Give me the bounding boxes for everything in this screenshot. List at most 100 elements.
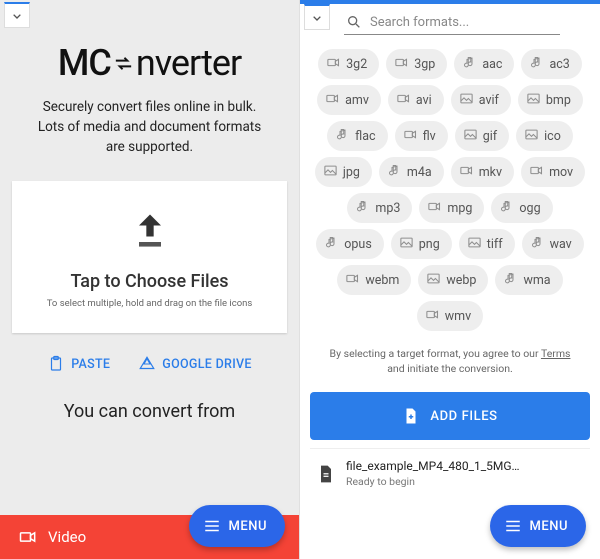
image-icon: [399, 235, 414, 254]
chip-label: avi: [416, 93, 432, 108]
top-accent-bar: [300, 0, 600, 4]
tagline: Securely convert files online in bulk. L…: [16, 98, 283, 157]
format-chip-mp3[interactable]: mp3: [347, 193, 412, 223]
upload-icon: [24, 209, 275, 257]
gdrive-label: GOOGLE DRIVE: [162, 357, 251, 372]
image-icon: [426, 271, 441, 290]
chip-label: ogg: [519, 201, 540, 216]
format-chip-3gp[interactable]: 3gp: [386, 49, 447, 79]
format-chip-amv[interactable]: amv: [317, 85, 381, 115]
video-icon: [427, 199, 442, 218]
dropzone-subtitle: To select multiple, hold and drag on the…: [24, 298, 275, 309]
format-chip-mov[interactable]: mov: [521, 157, 585, 187]
file-row[interactable]: file_example_MP4_480_1_5MG… Ready to beg…: [310, 448, 590, 498]
format-chip-m4a[interactable]: m4a: [379, 157, 444, 187]
convert-from-heading: You can convert from: [0, 401, 299, 422]
menu-fab-left[interactable]: MENU: [189, 505, 285, 547]
format-chip-ac3[interactable]: ac3: [521, 49, 581, 79]
chip-label: gif: [483, 129, 497, 144]
format-chip-mpg[interactable]: mpg: [419, 193, 484, 223]
audio-icon: [499, 199, 514, 218]
collapse-button-right[interactable]: [304, 4, 330, 30]
terms-suffix: and initiate the conversion.: [387, 362, 513, 375]
menu-icon: [203, 517, 221, 535]
paste-button[interactable]: PASTE: [47, 355, 110, 373]
chip-label: tiff: [487, 237, 503, 252]
format-chip-jpg[interactable]: jpg: [315, 157, 372, 187]
video-icon: [326, 55, 341, 74]
format-chip-avi[interactable]: avi: [388, 85, 444, 115]
audio-icon: [462, 55, 477, 74]
header: MC nverter Securely convert files online …: [0, 0, 299, 157]
chip-label: mov: [549, 165, 573, 180]
video-icon: [396, 91, 411, 110]
google-drive-icon: [138, 355, 156, 373]
chip-label: ico: [544, 129, 561, 144]
menu-label-right: MENU: [530, 519, 568, 534]
format-chip-webm[interactable]: webm: [337, 265, 411, 295]
chip-label: m4a: [407, 165, 432, 180]
menu-label-left: MENU: [229, 519, 267, 534]
file-add-icon: [402, 407, 420, 425]
add-files-label: ADD FILES: [430, 409, 497, 424]
video-icon: [345, 271, 360, 290]
format-chip-tiff[interactable]: tiff: [459, 229, 515, 259]
video-icon: [425, 307, 440, 326]
paste-label: PASTE: [71, 357, 110, 372]
search-input[interactable]: [370, 15, 558, 30]
chip-label: webp: [446, 273, 476, 288]
search-box[interactable]: [344, 10, 560, 35]
video-icon: [529, 163, 544, 182]
chip-label: 3gp: [414, 57, 435, 72]
format-chip-3g2[interactable]: 3g2: [318, 49, 379, 79]
video-tab-label: Video: [48, 528, 86, 546]
format-chip-ico[interactable]: ico: [516, 121, 573, 151]
collapse-button-left[interactable]: [4, 2, 30, 28]
image-icon: [323, 163, 338, 182]
chip-label: wma: [523, 273, 550, 288]
format-chip-aac[interactable]: aac: [454, 49, 514, 79]
app-logo: MC nverter: [16, 42, 283, 86]
format-chip-flac[interactable]: flac: [327, 121, 387, 151]
dropzone[interactable]: Tap to Choose Files To select multiple, …: [12, 181, 287, 333]
format-chip-wma[interactable]: wma: [495, 265, 562, 295]
file-name: file_example_MP4_480_1_5MG…: [346, 459, 584, 473]
format-chip-opus[interactable]: opus: [316, 229, 384, 259]
format-pane: 3g2 3gp aac ac3 amv avi avif bmp flac flv gif ico jp…: [300, 0, 600, 559]
menu-fab-right[interactable]: MENU: [490, 505, 586, 547]
logo-text-2: nverter: [136, 42, 241, 84]
logo-text-1: MC: [58, 42, 111, 84]
audio-icon: [355, 199, 370, 218]
add-files-button[interactable]: ADD FILES: [310, 392, 590, 440]
intro-pane: MC nverter Securely convert files online …: [0, 0, 300, 559]
format-chip-avif[interactable]: avif: [451, 85, 511, 115]
file-icon: [316, 464, 336, 484]
terms-text: By selecting a target format, you agree …: [300, 341, 600, 388]
format-chip-wav[interactable]: wav: [522, 229, 584, 259]
audio-icon: [529, 55, 544, 74]
format-chip-flv[interactable]: flv: [395, 121, 448, 151]
menu-icon: [504, 517, 522, 535]
chip-label: bmp: [546, 93, 571, 108]
chevron-down-icon: [9, 8, 25, 24]
google-drive-button[interactable]: GOOGLE DRIVE: [138, 355, 251, 373]
format-chip-ogg[interactable]: ogg: [491, 193, 552, 223]
video-icon: [459, 163, 474, 182]
format-chip-mkv[interactable]: mkv: [451, 157, 514, 187]
chip-label: aac: [482, 57, 502, 72]
audio-icon: [335, 127, 350, 146]
format-chip-bmp[interactable]: bmp: [518, 85, 583, 115]
video-icon: [403, 127, 418, 146]
chip-label: flv: [423, 129, 436, 144]
terms-link[interactable]: Terms: [541, 347, 571, 360]
format-chip-png[interactable]: png: [391, 229, 452, 259]
chip-label: wav: [550, 237, 572, 252]
chip-label: jpg: [343, 165, 360, 180]
chip-label: flac: [355, 129, 375, 144]
chip-label: opus: [344, 237, 372, 252]
format-chip-wmv[interactable]: wmv: [417, 301, 483, 331]
audio-icon: [387, 163, 402, 182]
format-chip-gif[interactable]: gif: [455, 121, 509, 151]
format-chip-webp[interactable]: webp: [418, 265, 488, 295]
chevron-down-icon: [309, 10, 325, 26]
